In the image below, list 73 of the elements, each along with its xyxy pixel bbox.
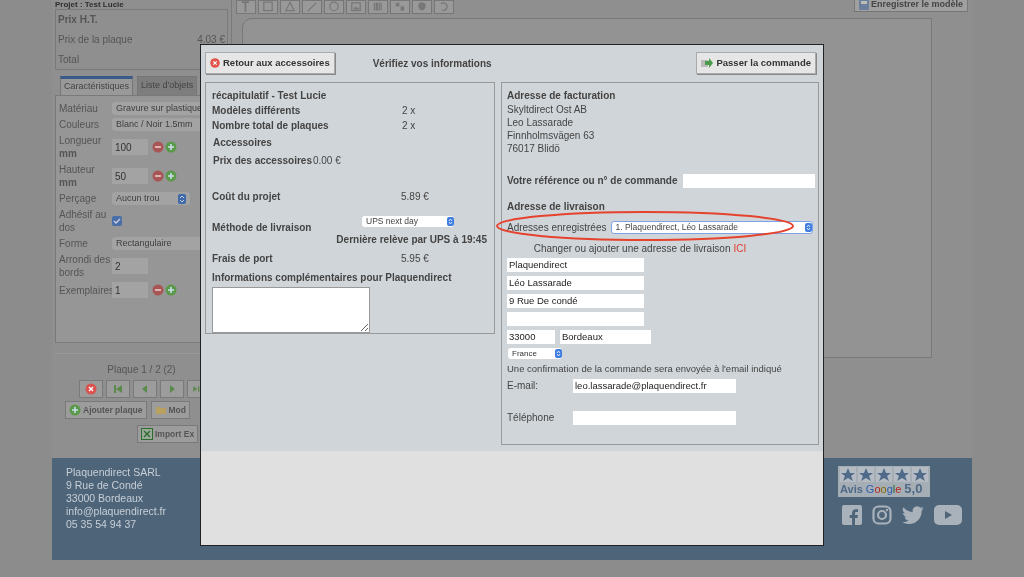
action-button[interactable]: Ajouter plaque <box>65 401 147 419</box>
number-field[interactable]: 50 <box>112 168 148 184</box>
tab[interactable]: Caractéristiques <box>60 76 134 95</box>
price-title: Prix H.T. <box>58 13 99 27</box>
change-address-link[interactable]: ICI <box>733 241 747 256</box>
reference-label: Votre référence ou n° de commande <box>507 174 678 188</box>
field-label: Hauteur mm <box>58 163 96 189</box>
action-button[interactable]: Import Ex <box>137 425 199 443</box>
field-label: Couleurs <box>58 118 101 131</box>
shipping-title: Adresse de livraison <box>507 200 606 214</box>
summary-value: 2 x <box>402 104 416 118</box>
billing-line: Leo Lassarade <box>507 116 575 129</box>
zip-field[interactable]: 33000 <box>507 330 555 344</box>
email-label: E-mail: <box>507 379 540 394</box>
summary-label: Méthode de livraison <box>212 221 313 235</box>
project-title: Projet : Test Lucie <box>55 0 124 9</box>
number-field[interactable]: 100 <box>112 139 148 155</box>
number-field[interactable]: 1 <box>112 282 148 298</box>
summary-label: Nombre total de plaques <box>212 119 330 133</box>
dropdown-field[interactable]: Rectangulaire <box>112 237 202 250</box>
dialog-title: Vérifiez vos informations <box>372 56 493 71</box>
summary-value: 2 x <box>402 119 416 133</box>
google-wordmark: Google <box>865 483 902 496</box>
address-field[interactable]: Plaquendirect <box>507 258 644 272</box>
price-value: 4.03 € <box>197 33 225 47</box>
back-button[interactable]: Retour aux accessoires <box>205 52 335 74</box>
pickup-note: Dernière relève par UPS à 19:45 <box>336 233 487 247</box>
dropdown-field[interactable]: Blanc / Noir 1.5mm <box>112 118 202 131</box>
footer-text: 9 Rue de Condé <box>66 479 144 492</box>
phone-label: Téléphone <box>507 411 556 426</box>
saved-addresses-label: Adresses enregistrées <box>507 221 607 235</box>
field-label: Adhésif au dos <box>58 208 108 234</box>
footer-text: 05 35 54 94 37 <box>66 518 138 531</box>
billing-line: Finnholmsvägen 63 <box>507 129 596 142</box>
rating-score: 5,0 <box>904 482 923 495</box>
saved-address-select[interactable]: 1. Plaquendirect, Léo Lassarade <box>610 221 813 234</box>
accessories-title: Accessoires <box>213 136 273 150</box>
summary-value: 5.89 € <box>401 190 429 204</box>
field-label: Matériau <box>58 102 99 115</box>
address-field[interactable]: Léo Lassarade <box>507 276 644 290</box>
number-field[interactable]: 2 <box>112 258 148 274</box>
country-select[interactable]: France <box>508 348 562 359</box>
footer-text: Plaquendirect SARL <box>66 466 162 479</box>
summary-label: Frais de port <box>212 252 274 266</box>
address-field[interactable]: 9 Rue De condé <box>507 294 644 308</box>
city-field[interactable]: Bordeaux <box>560 330 651 344</box>
summary-label: Modèles différents <box>212 104 302 118</box>
email-field[interactable]: leo.lassarade@plaquendirect.fr <box>573 378 736 393</box>
billing-line: Skyltdirect Ost AB <box>507 103 589 116</box>
dropdown-field[interactable]: Aucun trou <box>112 192 190 205</box>
accessories-value: 0.00 € <box>312 154 341 168</box>
summary-title: récapitulatif - Test Lucie <box>212 89 328 103</box>
summary-label: Coût du projet <box>212 190 282 204</box>
action-button[interactable]: Mod <box>150 401 190 419</box>
footer-text: 33000 Bordeaux <box>66 492 145 505</box>
delivery-select[interactable]: UPS next day <box>362 216 454 227</box>
price-label: Total <box>58 53 80 67</box>
footer-text: info@plaquendirect.fr <box>66 505 166 518</box>
comments-label: Informations complémentaires pour Plaquendirect <box>212 271 453 285</box>
place-order-button[interactable]: Passer la commande <box>696 52 816 74</box>
field-label: Exemplaires <box>58 283 112 297</box>
summary-value: 5.95 € <box>401 252 429 266</box>
billing-line: 76017 Blidö <box>507 142 561 155</box>
field-label: Perçage <box>58 192 98 205</box>
confirmation-note: Une confirmation de la commande sera envoyée à l'email indiqué <box>507 362 783 376</box>
save-model-button[interactable]: Enregistrer le modèle <box>853 0 968 12</box>
field-label: Forme <box>58 237 89 250</box>
rating-label: Avis <box>840 483 863 496</box>
field-label: Arrondi des bords <box>58 253 112 279</box>
accessories-label: Prix des accessoires <box>213 154 312 168</box>
field-label: Longueur mm <box>58 134 103 160</box>
billing-title: Adresse de facturation <box>507 89 617 103</box>
change-address-text: Changer ou ajouter une adresse de livraison <box>533 242 731 256</box>
